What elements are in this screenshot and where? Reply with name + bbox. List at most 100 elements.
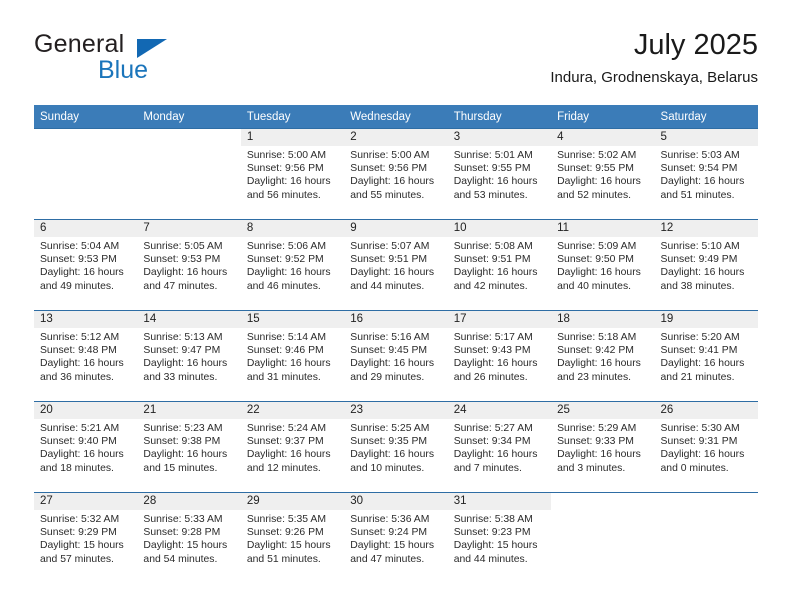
day-number: 27 [34,493,138,510]
calendar-day-cell[interactable]: 23 Sunrise: 5:25 AM Sunset: 9:35 PM Dayligh… [344,401,448,493]
daylight-text-line1: Daylight: 15 hours [453,540,538,552]
sunrise-text: Sunrise: 5:00 AM [246,150,326,161]
calendar-day-cell[interactable]: 15 Sunrise: 5:14 AM Sunset: 9:46 PM Dayligh… [240,310,345,402]
calendar-day-cell[interactable]: 13 Sunrise: 5:12 AM Sunset: 9:48 PM Dayligh… [34,310,138,402]
calendar-day-cell[interactable]: 28 Sunrise: 5:33 AM Sunset: 9:28 PM Dayligh… [137,492,241,583]
daylight-text-line2: and 54 minutes. [143,553,218,565]
daylight-text-line1: Daylight: 16 hours [246,449,331,461]
calendar-day-cell[interactable]: 24 Sunrise: 5:27 AM Sunset: 9:34 PM Dayligh… [447,401,552,493]
daylight-text-line1: Daylight: 16 hours [40,449,124,461]
sunrise-text: Sunrise: 5:27 AM [453,423,533,434]
calendar-day-cell[interactable]: 7 Sunrise: 5:05 AM Sunset: 9:53 PM Daylight… [137,219,241,311]
daylight-text-line2: and 33 minutes. [143,371,218,383]
sunset-text: Sunset: 9:42 PM [557,345,634,357]
sunset-text: Sunset: 9:43 PM [453,345,531,357]
sunrise-text: Sunrise: 5:33 AM [143,514,223,525]
day-sun-info: Sunrise: 5:10 AM Sunset: 9:49 PM Daylight:… [655,237,758,293]
day-cell-content: 18 Sunrise: 5:18 AM Sunset: 9:42 PM Dayligh… [551,311,655,401]
daylight-text-line1: Daylight: 16 hours [557,176,641,188]
sunset-text: Sunset: 9:47 PM [143,345,221,357]
daylight-text-line1: Daylight: 16 hours [350,267,435,279]
calendar-day-cell[interactable]: 19 Sunrise: 5:20 AM Sunset: 9:41 PM Dayligh… [654,310,758,402]
day-number: 16 [344,311,448,328]
calendar-week-row: 6 Sunrise: 5:04 AM Sunset: 9:53 PM Daylight… [34,219,758,311]
calendar-day-cell[interactable]: 29 Sunrise: 5:35 AM Sunset: 9:26 PM Dayligh… [240,492,345,583]
day-cell-content [655,493,758,583]
daylight-text-line1: Daylight: 16 hours [246,267,331,279]
calendar-day-cell[interactable]: 14 Sunrise: 5:13 AM Sunset: 9:47 PM Dayligh… [137,310,241,402]
sunrise-text: Sunrise: 5:23 AM [143,423,223,434]
daylight-text-line1: Daylight: 16 hours [40,358,124,370]
day-number: 5 [654,129,758,146]
day-cell-content: 24 Sunrise: 5:27 AM Sunset: 9:34 PM Dayligh… [447,402,552,492]
day-number: 3 [447,129,552,146]
daylight-text-line1: Daylight: 16 hours [453,176,538,188]
sunset-text: Sunset: 9:33 PM [557,436,634,448]
calendar-day-cell[interactable]: 16 Sunrise: 5:16 AM Sunset: 9:45 PM Dayligh… [344,310,448,402]
daylight-text-line1: Daylight: 15 hours [350,540,435,552]
day-number: 8 [240,220,345,237]
day-number: 1 [240,129,345,146]
sunrise-text: Sunrise: 5:38 AM [453,514,533,525]
calendar-day-cell[interactable]: 30 Sunrise: 5:36 AM Sunset: 9:24 PM Dayligh… [344,492,448,583]
day-number: 9 [344,220,448,237]
day-cell-content: 16 Sunrise: 5:16 AM Sunset: 9:45 PM Dayligh… [344,311,448,401]
calendar-day-cell[interactable]: 10 Sunrise: 5:08 AM Sunset: 9:51 PM Dayligh… [447,219,552,311]
calendar-empty-cell [137,128,241,220]
daylight-text-line1: Daylight: 16 hours [453,358,538,370]
day-sun-info: Sunrise: 5:14 AM Sunset: 9:46 PM Daylight:… [241,328,344,384]
day-sun-info: Sunrise: 5:20 AM Sunset: 9:41 PM Daylight:… [655,328,758,384]
calendar-day-cell[interactable]: 21 Sunrise: 5:23 AM Sunset: 9:38 PM Dayligh… [137,401,241,493]
sunrise-text: Sunrise: 5:01 AM [453,150,533,161]
sunrise-text: Sunrise: 5:04 AM [40,241,120,252]
day-sun-info: Sunrise: 5:17 AM Sunset: 9:43 PM Daylight:… [448,328,551,384]
calendar-day-cell[interactable]: 26 Sunrise: 5:30 AM Sunset: 9:31 PM Dayligh… [654,401,758,493]
daylight-text-line2: and 23 minutes. [557,371,632,383]
daylight-text-line2: and 18 minutes. [40,462,114,474]
calendar-day-cell[interactable]: 22 Sunrise: 5:24 AM Sunset: 9:37 PM Dayligh… [240,401,345,493]
calendar-day-cell[interactable]: 27 Sunrise: 5:32 AM Sunset: 9:29 PM Dayligh… [34,492,138,583]
calendar-day-cell[interactable]: 25 Sunrise: 5:29 AM Sunset: 9:33 PM Dayligh… [551,401,655,493]
calendar-day-cell[interactable]: 11 Sunrise: 5:09 AM Sunset: 9:50 PM Dayligh… [551,219,655,311]
daylight-text-line2: and 44 minutes. [453,553,528,565]
sunrise-text: Sunrise: 5:36 AM [350,514,430,525]
calendar-body: 1 Sunrise: 5:00 AM Sunset: 9:56 PM Daylight… [34,128,758,583]
daylight-text-line1: Daylight: 16 hours [350,449,435,461]
sunset-text: Sunset: 9:23 PM [453,527,531,539]
sunrise-text: Sunrise: 5:29 AM [557,423,637,434]
calendar-day-cell[interactable]: 5 Sunrise: 5:03 AM Sunset: 9:54 PM Daylight… [654,128,758,220]
weekday-header-sunday: Sunday [34,105,138,129]
sunset-text: Sunset: 9:51 PM [350,254,428,266]
calendar-day-cell[interactable]: 9 Sunrise: 5:07 AM Sunset: 9:51 PM Daylight… [344,219,448,311]
day-number: 25 [551,402,655,419]
calendar-day-cell[interactable]: 12 Sunrise: 5:10 AM Sunset: 9:49 PM Dayligh… [654,219,758,311]
page-subtitle: Indura, Grodnenskaya, Belarus [550,69,758,86]
daylight-text-line1: Daylight: 16 hours [350,176,435,188]
calendar-day-cell[interactable]: 1 Sunrise: 5:00 AM Sunset: 9:56 PM Daylight… [240,128,345,220]
daylight-text-line2: and 51 minutes. [246,553,321,565]
calendar-header-row: Sunday Monday Tuesday Wednesday Thursday… [34,105,758,129]
daylight-text-line2: and 56 minutes. [246,189,321,201]
day-sun-info: Sunrise: 5:12 AM Sunset: 9:48 PM Daylight:… [34,328,137,384]
day-sun-info: Sunrise: 5:24 AM Sunset: 9:37 PM Daylight:… [241,419,344,475]
day-sun-info: Sunrise: 5:38 AM Sunset: 9:23 PM Daylight:… [448,510,551,566]
calendar-day-cell[interactable]: 17 Sunrise: 5:17 AM Sunset: 9:43 PM Dayligh… [447,310,552,402]
sunset-text: Sunset: 9:29 PM [40,527,117,539]
calendar-day-cell[interactable]: 4 Sunrise: 5:02 AM Sunset: 9:55 PM Daylight… [551,128,655,220]
calendar-day-cell[interactable]: 8 Sunrise: 5:06 AM Sunset: 9:52 PM Daylight… [240,219,345,311]
sunrise-text: Sunrise: 5:10 AM [660,241,740,252]
day-cell-content: 6 Sunrise: 5:04 AM Sunset: 9:53 PM Daylight… [34,220,138,310]
sunrise-text: Sunrise: 5:09 AM [557,241,637,252]
calendar-day-cell[interactable]: 2 Sunrise: 5:00 AM Sunset: 9:56 PM Daylight… [344,128,448,220]
calendar-day-cell[interactable]: 6 Sunrise: 5:04 AM Sunset: 9:53 PM Daylight… [34,219,138,311]
day-number: 18 [551,311,655,328]
day-cell-content: 15 Sunrise: 5:14 AM Sunset: 9:46 PM Dayligh… [240,311,345,401]
calendar-day-cell[interactable]: 3 Sunrise: 5:01 AM Sunset: 9:55 PM Daylight… [447,128,552,220]
calendar-day-cell[interactable]: 20 Sunrise: 5:21 AM Sunset: 9:40 PM Dayligh… [34,401,138,493]
calendar-day-cell[interactable]: 31 Sunrise: 5:38 AM Sunset: 9:23 PM Dayligh… [447,492,552,583]
daylight-text-line2: and 36 minutes. [40,371,114,383]
day-sun-info: Sunrise: 5:18 AM Sunset: 9:42 PM Daylight:… [551,328,654,384]
sunrise-text: Sunrise: 5:12 AM [40,332,120,343]
calendar-day-cell[interactable]: 18 Sunrise: 5:18 AM Sunset: 9:42 PM Dayligh… [551,310,655,402]
sunrise-text: Sunrise: 5:21 AM [40,423,120,434]
